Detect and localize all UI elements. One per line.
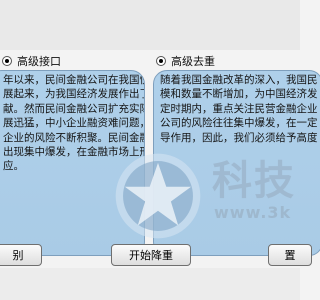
advanced-dedup-radio[interactable]: 高级去重	[156, 52, 215, 70]
text-line: 随着我国金融改革的深入，我国民	[160, 74, 318, 86]
text-line: 模和数量不断增加，为中国经济发	[160, 88, 318, 101]
advanced-dedup-label: 高级去重	[171, 55, 215, 68]
watermark-star-logo	[115, 153, 201, 239]
advanced-interface-label: 高级接口	[17, 55, 61, 68]
text-line: 定时期内，重点关注民营金融企业	[160, 102, 318, 115]
start-rewrite-button[interactable]: 开始降重	[111, 244, 191, 266]
radio-selected-icon	[2, 56, 12, 66]
text-line: 展迅猛，中小企业融资难问题，使民间金融	[3, 117, 145, 130]
watermark-url: www.3k	[214, 203, 292, 222]
advanced-interface-radio[interactable]: 高级接口	[2, 52, 61, 70]
left-action-button[interactable]: 别	[0, 244, 42, 266]
top-area	[0, 0, 300, 50]
text-line: 公司的风险往往集中爆发，在一定	[160, 117, 318, 130]
text-line: 企业的风险不断积聚。民间金融公司的风险往往	[3, 131, 144, 144]
text-line: 献。然而民间金融公司扩充实际上也	[3, 102, 144, 115]
text-line: 展起来，为我国经济发展作出了巨大贡	[3, 88, 144, 101]
right-action-button[interactable]: 置	[268, 244, 312, 266]
right-panel-text: 随着我国金融改革的深入，我国民 模和数量不断增加，为中国经济发 定时期内，重点关…	[160, 73, 318, 145]
bottom-bar	[0, 268, 300, 300]
text-line: 导作用，因此，我们必须给予高度	[160, 131, 318, 144]
text-line: 年以来，民间金融公司在我国快速发	[3, 74, 144, 86]
watermark-text: 科技	[212, 158, 296, 204]
radio-selected-icon	[156, 56, 166, 66]
